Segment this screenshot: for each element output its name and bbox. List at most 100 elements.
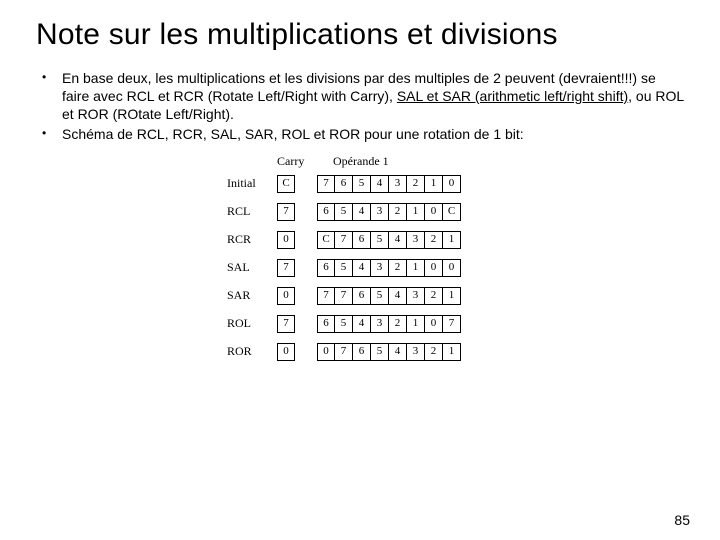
operand-col: 65432107 — [317, 315, 461, 333]
bit-cell: 5 — [353, 175, 371, 193]
bit-cell: 4 — [353, 315, 371, 333]
op-row-ror: ROR007654321 — [227, 343, 493, 361]
carry-col: 7 — [277, 203, 301, 221]
bit-cell: 1 — [443, 287, 461, 305]
operand-col: 76543210 — [317, 175, 461, 193]
bit-cell: 6 — [353, 343, 371, 361]
bit-cell: 7 — [335, 343, 353, 361]
carry-cell: 7 — [277, 315, 295, 333]
diagram-header-row: Carry Opérande 1 — [227, 154, 493, 169]
bullet-2: Schéma de RCL, RCR, SAL, SAR, ROL et ROR… — [36, 126, 684, 144]
op-row-sal: SAL7 65432100 — [227, 259, 493, 277]
bit-cell: 7 — [443, 315, 461, 333]
bit-cell: 7 — [317, 287, 335, 305]
bit-cell: 6 — [317, 203, 335, 221]
bit-cell: 3 — [371, 203, 389, 221]
carry-cell: 0 — [277, 231, 295, 249]
row-label: SAR — [227, 288, 277, 303]
carry-col: C — [277, 175, 301, 193]
op-row-sar: SAR0 77654321 — [227, 287, 493, 305]
bit-cell: 0 — [317, 343, 335, 361]
bit-cell: 6 — [353, 287, 371, 305]
op-row-rol: ROL765432107 — [227, 315, 493, 333]
bit-cell: 5 — [335, 203, 353, 221]
bit-cell: 5 — [335, 259, 353, 277]
bullet-1-ul: SAL et SAR (arithmetic left/right shift) — [397, 88, 628, 104]
page-number: 85 — [674, 512, 690, 528]
bit-cell: 5 — [371, 343, 389, 361]
bit-cell: 0 — [425, 259, 443, 277]
bit-cell: C — [443, 203, 461, 221]
bit-cell: 3 — [407, 287, 425, 305]
carry-cell: C — [277, 175, 295, 193]
bit-cell: 4 — [353, 203, 371, 221]
bit-cell: 1 — [407, 259, 425, 277]
bit-cell: 2 — [389, 203, 407, 221]
bit-cell: 1 — [425, 175, 443, 193]
row-label: SAL — [227, 260, 277, 275]
operand-col: 07654321 — [317, 343, 461, 361]
bit-cell: 0 — [425, 203, 443, 221]
bit-cell: 2 — [389, 315, 407, 333]
bit-cell: 1 — [443, 343, 461, 361]
operand-col: C7654321 — [317, 231, 461, 249]
bit-cell: 4 — [353, 259, 371, 277]
bit-cell: 0 — [443, 259, 461, 277]
bit-cell: 4 — [371, 175, 389, 193]
carry-header: Carry — [277, 154, 333, 169]
bit-cell: 4 — [389, 287, 407, 305]
bit-cell: 0 — [425, 315, 443, 333]
bit-cell: 3 — [407, 231, 425, 249]
rotate-diagram: Carry Opérande 1 InitialC76543210RCL7654… — [227, 154, 493, 371]
row-label: RCL — [227, 204, 277, 219]
slide: Note sur les multiplications et division… — [0, 0, 720, 540]
bit-cell: 7 — [335, 287, 353, 305]
operand-col: 77654321 — [317, 287, 461, 305]
bit-cell: 2 — [425, 343, 443, 361]
bit-cell: C — [317, 231, 335, 249]
bit-cell: 7 — [335, 231, 353, 249]
carry-cell: 7 — [277, 259, 295, 277]
carry-cell: 7 — [277, 203, 295, 221]
bit-cell: 6 — [353, 231, 371, 249]
bit-cell: 6 — [317, 259, 335, 277]
bit-cell: 2 — [425, 287, 443, 305]
bit-cell: 1 — [443, 231, 461, 249]
bit-cell: 5 — [335, 315, 353, 333]
slide-title: Note sur les multiplications et division… — [36, 18, 684, 52]
carry-col: 7 — [277, 315, 301, 333]
bit-cell: 1 — [407, 203, 425, 221]
bit-cell: 7 — [317, 175, 335, 193]
bit-cell: 3 — [371, 259, 389, 277]
carry-col: 0 — [277, 287, 301, 305]
row-label: Initial — [227, 176, 277, 191]
bit-cell: 4 — [389, 343, 407, 361]
bit-cell: 1 — [407, 315, 425, 333]
bullet-1: En base deux, les multiplications et les… — [36, 70, 684, 124]
bit-cell: 3 — [371, 315, 389, 333]
bit-cell: 5 — [371, 287, 389, 305]
bit-cell: 2 — [389, 259, 407, 277]
bullet-list: En base deux, les multiplications et les… — [36, 70, 684, 144]
operand-col: 6543210C — [317, 203, 461, 221]
bit-cell: 0 — [443, 175, 461, 193]
bit-cell: 6 — [335, 175, 353, 193]
op-row-rcl: RCL7 6543210C — [227, 203, 493, 221]
row-label: RCR — [227, 232, 277, 247]
bit-cell: 6 — [317, 315, 335, 333]
op-row-initial: InitialC 76543210 — [227, 175, 493, 193]
operand-col: 65432100 — [317, 259, 461, 277]
carry-col: 7 — [277, 259, 301, 277]
carry-col: 0 — [277, 343, 301, 361]
op-row-rcr: RCR0 C7654321 — [227, 231, 493, 249]
bit-cell: 4 — [389, 231, 407, 249]
bit-cell: 2 — [407, 175, 425, 193]
carry-cell: 0 — [277, 343, 295, 361]
diagram-wrap: Carry Opérande 1 InitialC76543210RCL7654… — [36, 154, 684, 371]
operand-header: Opérande 1 — [333, 154, 493, 169]
carry-col: 0 — [277, 231, 301, 249]
bit-cell: 3 — [407, 343, 425, 361]
row-label: ROR — [227, 344, 277, 359]
bit-cell: 2 — [425, 231, 443, 249]
carry-cell: 0 — [277, 287, 295, 305]
